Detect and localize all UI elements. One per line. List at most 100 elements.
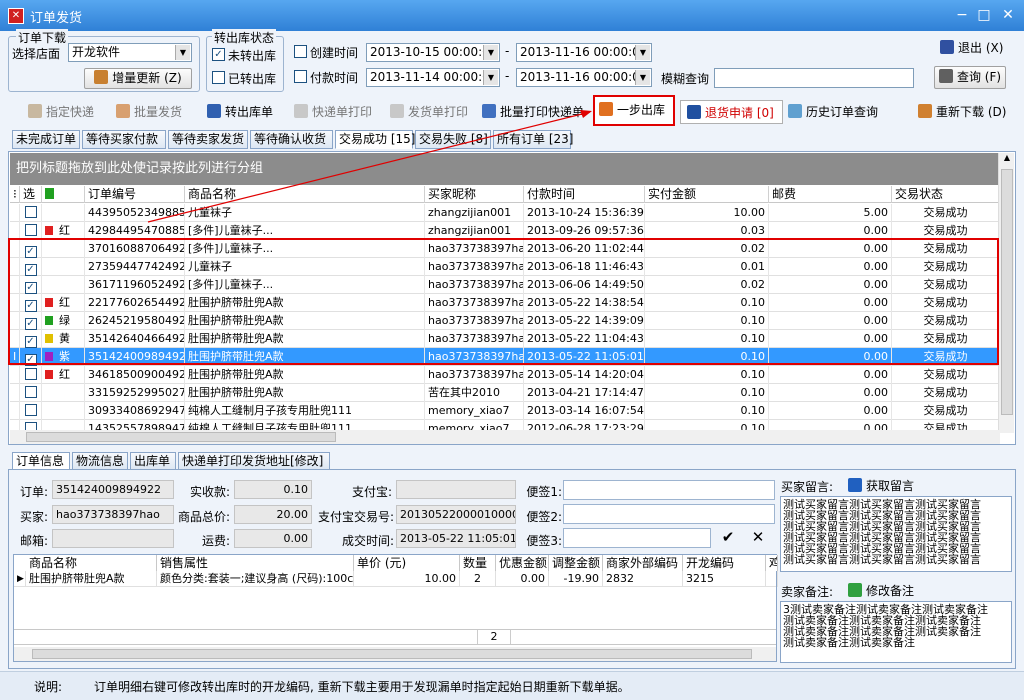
seller-memo-box[interactable]: 3测试卖家备注测试卖家备注测试卖家备注测试卖家备注测试卖家备注测试卖家备注测试卖…	[780, 601, 1012, 663]
detail-tab-2[interactable]: 出库单	[130, 452, 176, 470]
one-step-out-button[interactable]: 一步出库	[593, 95, 675, 126]
items-col-0[interactable]: 商品名称	[26, 555, 157, 571]
create-from-picker[interactable]: 2013-10-15 00:00:00 ▼	[366, 43, 500, 62]
tab-5[interactable]: 交易失败 [8]	[415, 130, 491, 149]
pay-time-checkbox[interactable]	[294, 70, 307, 83]
buyer-message-box[interactable]: 测试买家留言测试买家留言测试买家留言测试买家留言测试买家留言测试买家留言测试买家…	[780, 496, 1012, 572]
minimize-button[interactable]: −	[952, 6, 972, 24]
assign-express-button[interactable]: 指定快递	[28, 100, 94, 124]
row-checkbox[interactable]	[24, 206, 37, 218]
grid-vscroll[interactable]: ▲	[998, 153, 1014, 433]
table-row[interactable]: 443950523498859 儿童袜子 zhangzijian001 2013-10…	[10, 204, 1000, 222]
row-checkbox[interactable]	[24, 386, 37, 398]
grid-hscroll-thumb[interactable]	[26, 432, 336, 442]
table-row[interactable]: 红 429844954708859 [多件]儿童袜子... zhangzijian00…	[10, 222, 1000, 240]
print-ship-button[interactable]: 发货单打印	[390, 100, 468, 124]
table-row[interactable]: ✓ 361711960524922 [多件]儿童袜子... hao373738397h…	[10, 276, 1000, 294]
items-col-2[interactable]: 单价 (元)	[354, 555, 460, 571]
scroll-up-icon[interactable]: ▲	[1000, 153, 1014, 167]
history-orders-button[interactable]: 历史订单查询	[788, 100, 878, 124]
row-checkbox[interactable]: ✓	[24, 300, 37, 312]
tab-3[interactable]: 等待确认收货	[250, 130, 333, 149]
detail-tab-1[interactable]: 物流信息	[72, 452, 128, 470]
batch-print-button[interactable]: 批量打印快递单	[482, 100, 584, 124]
group-by-panel[interactable]: 把列标题拖放到此处使记录按此列进行分组	[10, 153, 1000, 185]
col-pay-time[interactable]: 付款时间	[524, 186, 645, 203]
items-col-6[interactable]: 商家外部编码	[603, 555, 683, 571]
refund-request-button[interactable]: 退货申请 [0]	[680, 100, 783, 124]
col-buyer[interactable]: 买家昵称	[425, 186, 524, 203]
table-row[interactable]: ✓ 273594477424922 儿童袜子 hao373738397hao 2013-…	[10, 258, 1000, 276]
items-col-3[interactable]: 数量	[460, 555, 496, 571]
col-order-no[interactable]: 订单编号	[85, 186, 185, 203]
table-row[interactable]: ✓ 红 221776026544922 肚围护脐带肚兜A款 hao373738397ha…	[10, 294, 1000, 312]
col-flag[interactable]	[42, 186, 85, 203]
detail-tab-0[interactable]: 订单信息	[12, 452, 70, 470]
out-sheet-button[interactable]: 转出库单	[207, 100, 273, 124]
col-status[interactable]: 交易状态	[892, 186, 1000, 203]
redownload-button[interactable]: 重新下载 (D)	[918, 100, 1006, 124]
get-message-button[interactable]: 获取留言	[848, 477, 914, 494]
items-col-8[interactable]: 鸡	[766, 555, 778, 571]
col-select[interactable]: 选	[20, 186, 42, 203]
table-row[interactable]: ✓ 370160887064922 [多件]儿童袜子... hao373738397h…	[10, 240, 1000, 258]
out-checkbox[interactable]	[212, 71, 225, 84]
close-button[interactable]: ✕	[998, 6, 1018, 24]
note3-input[interactable]	[563, 528, 711, 548]
query-button[interactable]: 查询 (F)	[934, 66, 1006, 89]
items-row[interactable]: 肚围护脐带肚兜A款 颜色分类:套装一;建议身高 (尺码):100cm 10.00 2 0…	[14, 571, 778, 587]
confirm-check-icon[interactable]: ✔	[716, 528, 740, 548]
col-amount[interactable]: 实付金额	[645, 186, 769, 203]
edit-memo-button[interactable]: 修改备注	[848, 582, 914, 599]
batch-ship-button[interactable]: 批量发货	[116, 100, 182, 124]
items-hscroll[interactable]	[14, 647, 776, 661]
note2-input[interactable]	[563, 504, 775, 524]
items-col-7[interactable]: 开龙编码	[683, 555, 766, 571]
trade-status: 交易成功	[892, 276, 1000, 294]
table-row[interactable]: 331592529950271 肚围护脐带肚兜A款 苦在其中2010 2013-04-…	[10, 384, 1000, 402]
create-to-picker[interactable]: 2013-11-16 00:00:00 ▼	[516, 43, 652, 62]
row-checkbox[interactable]: ✓	[24, 282, 37, 294]
items-cell-5: -19.90	[549, 571, 603, 587]
pay-to-picker[interactable]: 2013-11-16 00:00:00 ▼	[516, 68, 652, 87]
row-checkbox[interactable]: ✓	[24, 336, 37, 348]
pay-from-picker[interactable]: 2013-11-14 00:00:00 ▼	[366, 68, 500, 87]
items-hscroll-thumb[interactable]	[32, 649, 752, 659]
cancel-x-icon[interactable]: ✕	[746, 528, 770, 548]
row-checkbox[interactable]	[24, 404, 37, 416]
grid-hscroll[interactable]	[10, 430, 1000, 444]
col-product[interactable]: 商品名称	[185, 186, 425, 203]
exit-button[interactable]: 退出 (X)	[940, 38, 1003, 58]
grid-vscroll-thumb[interactable]	[1001, 169, 1013, 415]
row-checkbox[interactable]: ✓	[24, 264, 37, 276]
items-col-4[interactable]: 优惠金额	[496, 555, 549, 571]
row-checkbox[interactable]: ✓	[24, 354, 37, 366]
row-checkbox[interactable]	[24, 368, 37, 380]
incremental-update-button[interactable]: 增量更新 (Z)	[84, 68, 192, 89]
tab-0[interactable]: 未完成订单	[12, 130, 80, 149]
table-row[interactable]: 309334086929478 纯棉人工缝制月子孩专用肚兜111 memory_xi…	[10, 402, 1000, 420]
table-row[interactable]: I ✓ 紫 351424009894922 肚围护脐带肚兜A款 hao373738397h…	[10, 348, 1000, 366]
items-col-5[interactable]: 调整金额	[549, 555, 603, 571]
fuzzy-search-input[interactable]	[714, 68, 914, 88]
col-postage[interactable]: 邮费	[769, 186, 892, 203]
note1-input[interactable]	[563, 480, 775, 500]
print-express-button[interactable]: 快递单打印	[294, 100, 372, 124]
row-checkbox[interactable]: ✓	[24, 246, 37, 258]
row-checkbox[interactable]: ✓	[24, 318, 37, 330]
detail-tab-3[interactable]: 快递单打印发货地址[修改]	[178, 452, 330, 470]
table-row[interactable]: ✓ 绿 262452195804922 肚围护脐带肚兜A款 hao373738397ha…	[10, 312, 1000, 330]
tab-6[interactable]: 所有订单 [23]	[493, 130, 573, 149]
store-select[interactable]: 开龙软件 ▼	[68, 43, 192, 62]
row-checkbox[interactable]	[24, 224, 37, 236]
not-out-checkbox[interactable]: ✓	[212, 48, 225, 61]
create-time-checkbox[interactable]	[294, 45, 307, 58]
fuzzy-label: 模糊查询	[661, 72, 710, 86]
table-row[interactable]: 红 346185009004922 肚围护脐带肚兜A款 hao373738397hao…	[10, 366, 1000, 384]
items-col-1[interactable]: 销售属性	[157, 555, 354, 571]
tab-2[interactable]: 等待卖家发货	[168, 130, 248, 149]
tab-1[interactable]: 等待买家付款	[82, 130, 166, 149]
maximize-button[interactable]: □	[974, 6, 994, 24]
table-row[interactable]: ✓ 黄 351426404664922 肚围护脐带肚兜A款 hao373738397ha…	[10, 330, 1000, 348]
tab-4[interactable]: 交易成功 [15]	[335, 130, 415, 149]
